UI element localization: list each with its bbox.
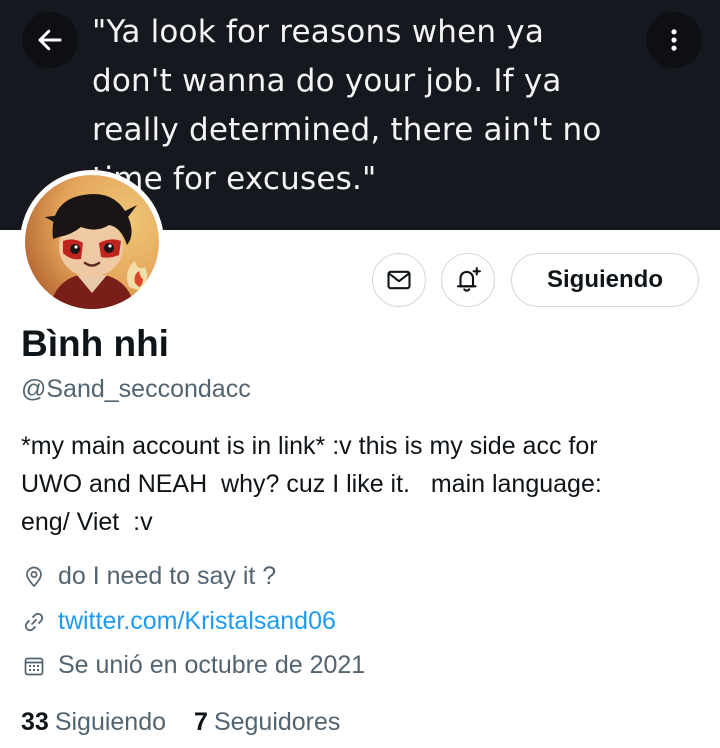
joined-text: Se unió en octubre de 2021 bbox=[58, 651, 366, 679]
followers-stat[interactable]: 7 Seguidores bbox=[194, 708, 340, 737]
location-pin-icon bbox=[21, 564, 47, 590]
following-button[interactable]: Siguiendo bbox=[511, 253, 699, 307]
profile-joined-date: Se unió en octubre de 2021 bbox=[21, 651, 365, 680]
profile-location: do I need to say it ? bbox=[21, 562, 276, 591]
message-button[interactable] bbox=[372, 253, 426, 307]
profile-website: twitter.com/Kristalsand06 bbox=[21, 607, 336, 636]
arrow-left-icon bbox=[38, 29, 62, 51]
envelope-icon bbox=[387, 270, 411, 290]
following-stat[interactable]: 33 Siguiendo bbox=[21, 708, 166, 737]
bell-plus-icon bbox=[456, 267, 481, 292]
profile-page: "Ya look for reasons when ya don't wanna… bbox=[0, 0, 720, 748]
following-label: Siguiendo bbox=[54, 708, 167, 736]
location-text: do I need to say it ? bbox=[58, 562, 277, 590]
followers-count: 7 bbox=[194, 708, 208, 736]
link-icon bbox=[21, 609, 47, 635]
more-vertical-icon bbox=[671, 29, 677, 51]
banner-quote: "Ya look for reasons when ya don't wanna… bbox=[92, 14, 602, 197]
website-link[interactable]: twitter.com/Kristalsand06 bbox=[58, 607, 336, 636]
notifications-button[interactable] bbox=[441, 253, 495, 307]
user-handle: @Sand_seccondacc bbox=[21, 375, 251, 403]
back-button[interactable] bbox=[22, 12, 78, 68]
avatar[interactable] bbox=[20, 170, 164, 314]
follow-stats: 33 Siguiendo 7 Seguidores bbox=[21, 708, 340, 737]
display-name: Bình nhi bbox=[21, 323, 169, 364]
calendar-icon bbox=[21, 653, 47, 679]
avatar-image bbox=[25, 175, 159, 309]
profile-bio: *my main account is in link* :v this is … bbox=[21, 432, 602, 536]
followers-label: Seguidores bbox=[213, 708, 341, 736]
following-count: 33 bbox=[21, 708, 49, 736]
more-options-button[interactable] bbox=[646, 12, 702, 68]
